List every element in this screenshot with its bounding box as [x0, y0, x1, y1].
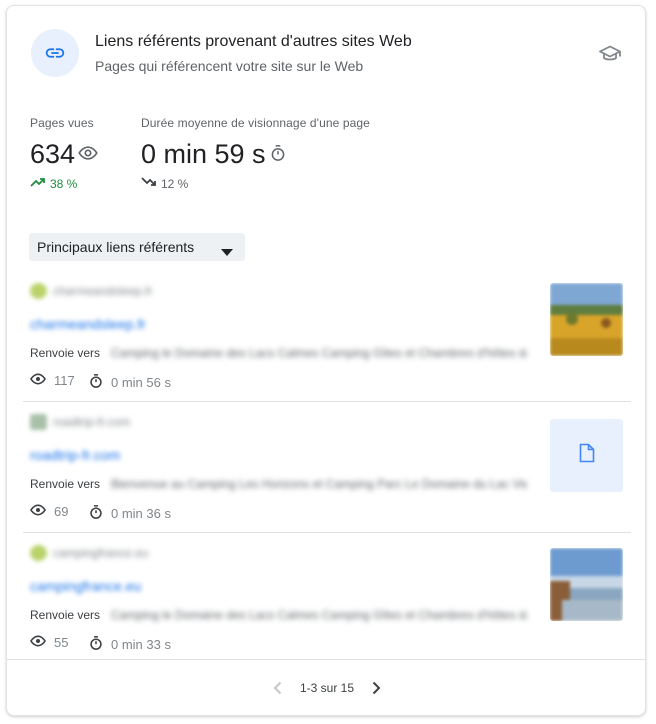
trending-up-icon: [30, 176, 50, 191]
pagination: 1-3 sur 15: [7, 676, 647, 700]
target-page[interactable]: Camping le Domaine des Lacs Calmes Campi…: [111, 608, 527, 622]
duration-change-value: 12 %: [161, 176, 189, 191]
timer-icon: [89, 504, 111, 523]
duration-count: 0 min 56 s: [111, 375, 171, 390]
document-icon: [579, 443, 595, 468]
dropdown-label: Principaux liens référents: [37, 239, 195, 255]
views-label: Pages vues: [30, 116, 94, 130]
views-change-value: 38 %: [50, 176, 78, 191]
views-metric: Pages vues 634 38 %: [30, 116, 98, 191]
favicon: [30, 414, 47, 430]
referrer-row: campingfrance.eu campingfrance.eu Renvoi…: [7, 533, 647, 664]
referrer-duration: 0 min 56 s: [89, 373, 171, 392]
views-value: 634: [30, 139, 76, 169]
target-page[interactable]: Camping le Domaine des Lacs Calmes Campi…: [111, 346, 527, 360]
referrer-link[interactable]: charmeandsleep.fr: [30, 316, 146, 332]
duration-value: 0 min 59 s: [141, 139, 266, 169]
favicon: [30, 283, 47, 299]
duration-count: 0 min 36 s: [111, 506, 171, 521]
link-icon: [31, 29, 79, 77]
top-referrers-dropdown[interactable]: Principaux liens référents: [29, 233, 245, 261]
duration-label: Durée moyenne de visionnage d'une page: [141, 116, 370, 130]
duration-metric: Durée moyenne de visionnage d'une page 0…: [141, 116, 370, 191]
chevron-left-icon[interactable]: [266, 676, 290, 700]
views-count: 69: [54, 504, 69, 519]
timer-icon: [89, 373, 111, 392]
timer-icon: [89, 635, 111, 654]
page-thumbnail[interactable]: [550, 419, 623, 492]
renvoie-label: Renvoie vers: [30, 477, 101, 491]
school-icon[interactable]: [597, 41, 623, 67]
favicon: [30, 545, 47, 561]
target-page[interactable]: Bienvenue au Camping Les Horizons et Cam…: [111, 477, 527, 491]
referrers-card: Liens référents provenant d'autres sites…: [6, 5, 646, 716]
views-count: 55: [54, 635, 69, 650]
views-change: 38 %: [30, 176, 77, 191]
referrer-domain: roadtrip-fr.com: [53, 415, 131, 429]
eye-icon: [30, 635, 54, 650]
trending-down-icon: [141, 176, 161, 191]
card-title: Liens référents provenant d'autres sites…: [95, 33, 412, 50]
referrer-views: 69: [30, 504, 68, 519]
views-count: 117: [54, 373, 75, 388]
card-subtitle: Pages qui référencent votre site sur le …: [95, 58, 364, 74]
duration-count: 0 min 33 s: [111, 637, 171, 652]
referrer-duration: 0 min 33 s: [89, 635, 171, 654]
eye-icon: [30, 373, 54, 388]
referrer-views: 117: [30, 373, 75, 388]
referrer-duration: 0 min 36 s: [89, 504, 171, 523]
renvoie-label: Renvoie vers: [30, 346, 101, 360]
caret-down-icon: [221, 243, 233, 259]
timer-icon: [266, 139, 287, 170]
page-thumbnail[interactable]: [550, 283, 623, 356]
pagination-range: 1-3 sur 15: [299, 681, 355, 695]
referrer-views: 55: [30, 635, 68, 650]
referrer-row: roadtrip-fr.com roadtrip-fr.com Renvoie …: [7, 402, 647, 533]
eye-icon: [30, 504, 54, 519]
duration-change: 12 %: [141, 176, 188, 191]
referrer-link[interactable]: roadtrip-fr.com: [30, 447, 120, 463]
referrer-domain: charmeandsleep.fr: [53, 284, 153, 298]
chevron-right-icon[interactable]: [364, 676, 388, 700]
eye-icon: [75, 139, 98, 170]
referrer-row: charmeandsleep.fr charmeandsleep.fr Renv…: [7, 271, 647, 402]
referrer-domain: campingfrance.eu: [53, 546, 149, 560]
referrer-link[interactable]: campingfrance.eu: [30, 578, 141, 594]
renvoie-label: Renvoie vers: [30, 608, 101, 622]
footer-divider: [7, 659, 645, 660]
page-thumbnail[interactable]: [550, 548, 623, 621]
